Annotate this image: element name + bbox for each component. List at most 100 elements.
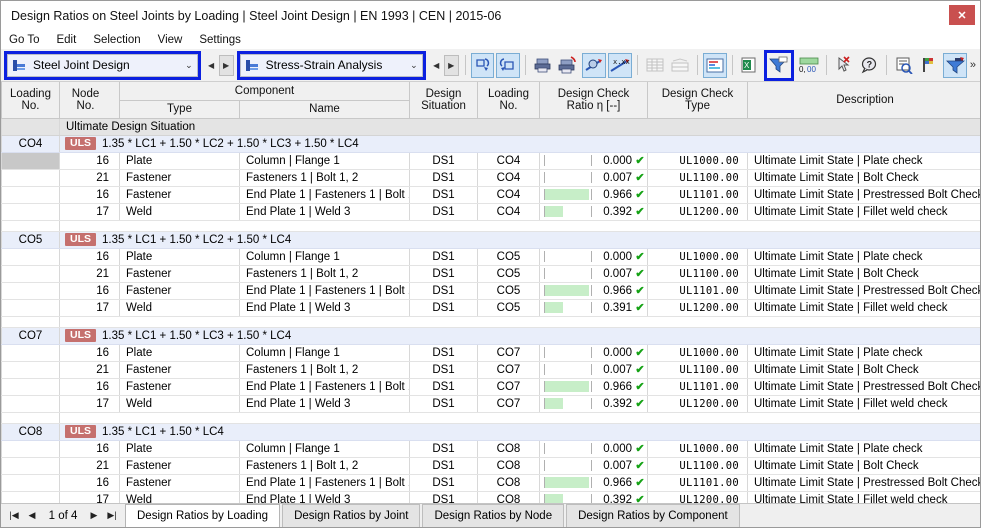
- table-row[interactable]: 16 Plate Column | Flange 1 DS1 CO5 0.000 ✔ UL10…: [1, 248, 980, 266]
- module-prev-button[interactable]: ◀: [204, 55, 219, 76]
- table-row[interactable]: 16 Fastener End Plate 1 | Fasteners 1 | Bo…: [1, 186, 980, 204]
- cell-component-name[interactable]: End Plate 1 | Fasteners 1 | Bolt 1, 2: [239, 282, 410, 300]
- cell-description[interactable]: Ultimate Limit State | Prestressed Bolt …: [747, 282, 980, 300]
- cell-design-check-ratio[interactable]: 0.392 ✔: [539, 203, 648, 221]
- table-row[interactable]: 21 Fastener Fasteners 1 | Bolt 1, 2 DS1 CO5 0…: [1, 265, 980, 283]
- cell-description[interactable]: Ultimate Limit State | Plate check: [747, 248, 980, 266]
- table-row[interactable]: 17 Weld End Plate 1 | Weld 3 DS1 CO8 0.392 ✔ UL…: [1, 491, 980, 503]
- results-table-container[interactable]: Loading No. Node No. Component Design Si…: [1, 82, 980, 503]
- cell-loading-no[interactable]: CO8: [477, 474, 540, 492]
- table-grid-icon[interactable]: [643, 53, 667, 78]
- cell-design-check-ratio[interactable]: 0.966 ✔: [539, 186, 648, 204]
- cell-node-no[interactable]: 16: [59, 248, 120, 266]
- table-row[interactable]: 16 Plate Column | Flange 1 DS1 CO4 0.000 ✔ UL10…: [1, 152, 980, 170]
- next-page-button[interactable]: ▶: [85, 510, 103, 521]
- cell-component-name[interactable]: End Plate 1 | Weld 3: [239, 395, 410, 413]
- cell-design-check-type[interactable]: UL1101.00: [647, 282, 748, 300]
- cell-design-check-ratio[interactable]: 0.000 ✔: [539, 344, 648, 362]
- cell-design-check-type[interactable]: UL1200.00: [647, 299, 748, 317]
- analysis-type-combo[interactable]: Stress-Strain Analysis ⌄: [236, 50, 426, 80]
- cell-loading-no[interactable]: CO4: [477, 152, 540, 170]
- cell-component-type[interactable]: Fastener: [119, 186, 240, 204]
- cell-design-check-ratio[interactable]: 0.391 ✔: [539, 299, 648, 317]
- cell-component-name[interactable]: Fasteners 1 | Bolt 1, 2: [239, 169, 410, 187]
- show-values-icon[interactable]: x.xx: [607, 52, 632, 78]
- cell-design-check-type[interactable]: UL1101.00: [647, 474, 748, 492]
- cell-component-type[interactable]: Fastener: [119, 457, 240, 475]
- cell-design-situation[interactable]: DS1: [409, 152, 478, 170]
- cell-component-name[interactable]: End Plate 1 | Weld 3: [239, 491, 410, 503]
- table-row[interactable]: 16 Plate Column | Flange 1 DS1 CO8 0.000 ✔ UL10…: [1, 440, 980, 458]
- loading-no-cell[interactable]: CO4: [1, 135, 60, 153]
- undo-navigate-icon[interactable]: [470, 52, 495, 78]
- cell-design-check-type[interactable]: UL1000.00: [647, 440, 748, 458]
- cell-component-name[interactable]: Column | Flange 1: [239, 152, 410, 170]
- cell-node-no[interactable]: 16: [59, 378, 120, 396]
- cell-component-type[interactable]: Fastener: [119, 265, 240, 283]
- cell-loading-no[interactable]: CO4: [477, 169, 540, 187]
- cell-design-situation[interactable]: DS1: [409, 299, 478, 317]
- cell-design-check-type[interactable]: UL1100.00: [647, 169, 748, 187]
- loading-no-cell[interactable]: CO8: [1, 423, 60, 441]
- col-header-component-name[interactable]: Name: [239, 100, 410, 119]
- view-result-icon[interactable]: [582, 52, 606, 78]
- cell-design-situation[interactable]: DS1: [409, 169, 478, 187]
- table-row[interactable]: 21 Fastener Fasteners 1 | Bolt 1, 2 DS1 CO7 0…: [1, 361, 980, 379]
- cell-node-no[interactable]: 17: [59, 395, 120, 413]
- redo-navigate-icon[interactable]: [496, 52, 520, 78]
- cell-loading-no[interactable]: CO7: [477, 344, 540, 362]
- delete-selection-icon[interactable]: [832, 53, 856, 78]
- table-row[interactable]: 17 Weld End Plate 1 | Weld 3 DS1 CO5 0.391 ✔ UL…: [1, 299, 980, 317]
- cell-node-no[interactable]: 16: [59, 344, 120, 362]
- cell-design-check-type[interactable]: UL1000.00: [647, 344, 748, 362]
- cell-design-situation[interactable]: DS1: [409, 203, 478, 221]
- cell-component-name[interactable]: Fasteners 1 | Bolt 1, 2: [239, 361, 410, 379]
- cell-description[interactable]: Ultimate Limit State | Prestressed Bolt …: [747, 474, 980, 492]
- col-header-component-type[interactable]: Type: [119, 100, 240, 119]
- table-row[interactable]: 16 Plate Column | Flange 1 DS1 CO7 0.000 ✔ UL10…: [1, 344, 980, 362]
- cell-design-check-ratio[interactable]: 0.000 ✔: [539, 440, 648, 458]
- cell-component-type[interactable]: Fastener: [119, 378, 240, 396]
- menu-item-settings[interactable]: Settings: [199, 34, 249, 46]
- cell-loading-no[interactable]: CO4: [477, 203, 540, 221]
- first-page-button[interactable]: |◀: [5, 510, 23, 521]
- col-header-node-no[interactable]: Node No.: [59, 82, 120, 119]
- cell-node-no[interactable]: 21: [59, 169, 120, 187]
- cell-design-check-type[interactable]: UL1200.00: [647, 491, 748, 503]
- col-header-design-check-ratio[interactable]: Design Check Ratio η [--]: [539, 82, 648, 119]
- export-excel-icon[interactable]: X: [738, 53, 762, 78]
- cell-description[interactable]: Ultimate Limit State | Plate check: [747, 344, 980, 362]
- cell-design-check-ratio[interactable]: 0.000 ✔: [539, 152, 648, 170]
- filter-table-icon[interactable]: [764, 49, 794, 81]
- menu-item-selection[interactable]: Selection: [93, 34, 148, 46]
- last-page-button[interactable]: ▶|: [103, 510, 121, 521]
- cell-design-check-type[interactable]: UL1100.00: [647, 265, 748, 283]
- cell-design-check-type[interactable]: UL1100.00: [647, 361, 748, 379]
- col-header-loading-no-2[interactable]: Loading No.: [477, 82, 540, 119]
- cell-component-name[interactable]: End Plate 1 | Fasteners 1 | Bolt 1, 2: [239, 378, 410, 396]
- cell-component-type[interactable]: Plate: [119, 248, 240, 266]
- cell-loading-no[interactable]: CO7: [477, 378, 540, 396]
- cell-design-situation[interactable]: DS1: [409, 474, 478, 492]
- load-combination-row[interactable]: CO7 ULS 1.35 * LC1 + 1.50 * LC3 + 1.50 * L…: [1, 327, 980, 345]
- cell-design-situation[interactable]: DS1: [409, 186, 478, 204]
- table-row[interactable]: 16 Fastener End Plate 1 | Fasteners 1 | Bo…: [1, 474, 980, 492]
- cell-node-no[interactable]: 21: [59, 361, 120, 379]
- cell-design-situation[interactable]: DS1: [409, 440, 478, 458]
- cell-description[interactable]: Ultimate Limit State | Bolt Check: [747, 265, 980, 283]
- cell-component-type[interactable]: Weld: [119, 299, 240, 317]
- cell-description[interactable]: Ultimate Limit State | Fillet weld check: [747, 203, 980, 221]
- cell-description[interactable]: Ultimate Limit State | Bolt Check: [747, 457, 980, 475]
- diagram-icon[interactable]: [702, 52, 727, 78]
- analysis-prev-button[interactable]: ◀: [429, 55, 444, 76]
- module-next-button[interactable]: ▶: [218, 54, 234, 76]
- cell-design-situation[interactable]: DS1: [409, 282, 478, 300]
- color-settings-icon[interactable]: [918, 53, 942, 78]
- cell-description[interactable]: Ultimate Limit State | Fillet weld check: [747, 395, 980, 413]
- cell-loading-no[interactable]: CO7: [477, 361, 540, 379]
- cell-design-check-ratio[interactable]: 0.000 ✔: [539, 248, 648, 266]
- cell-component-name[interactable]: End Plate 1 | Fasteners 1 | Bolt 1, 2: [239, 186, 410, 204]
- menu-item-goto[interactable]: Go To: [9, 34, 47, 46]
- cell-design-check-ratio[interactable]: 0.007 ✔: [539, 361, 648, 379]
- cell-design-check-ratio[interactable]: 0.007 ✔: [539, 169, 648, 187]
